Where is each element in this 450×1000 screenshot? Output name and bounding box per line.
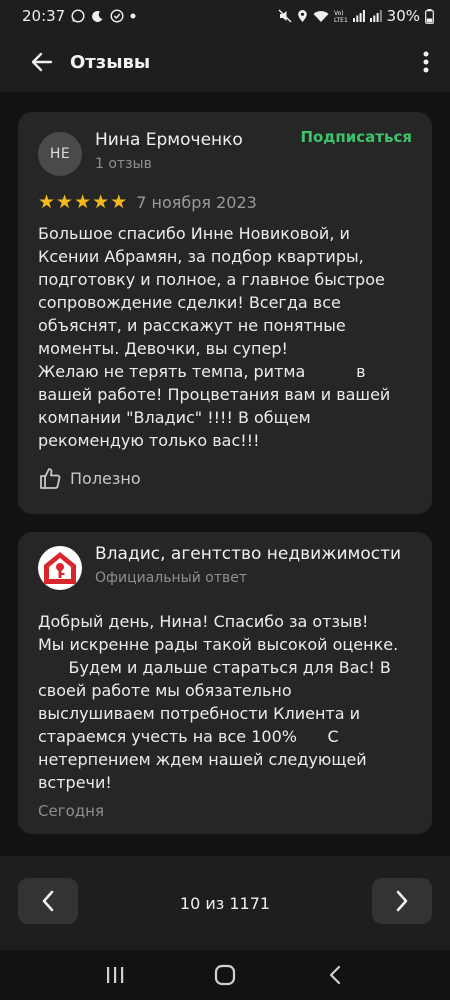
avatar[interactable]: НЕ [38, 132, 82, 176]
system-nav-bar [0, 950, 450, 1000]
battery-percent: 30% [386, 7, 420, 25]
volte-icon: Vo) LTE1 [334, 9, 348, 23]
rating-stars: ★ ★ ★ ★ ★ 7 ноября 2023 [38, 192, 257, 212]
helpful-button[interactable]: Полезно [38, 466, 141, 490]
star-icon: ★ [110, 191, 128, 213]
notification-dot-icon [130, 13, 136, 19]
subscribe-button[interactable]: Подписаться [300, 128, 412, 146]
review-author-count: 1 отзыв [95, 156, 152, 172]
status-bar: 20:37 Vo) LTE1 30% [0, 0, 450, 32]
recents-icon [107, 967, 124, 983]
star-icon: ★ [74, 191, 92, 213]
nav-back-button[interactable] [315, 955, 355, 995]
arrow-left-icon [31, 52, 53, 72]
home-button[interactable] [205, 955, 245, 995]
signal-icon [352, 10, 365, 22]
review-card: НЕ Нина Ермоченко 1 отзыв Подписаться ★ … [18, 112, 432, 514]
moon-icon [91, 10, 104, 23]
pager-position: 10 из 1171 [179, 893, 271, 913]
star-icon: ★ [38, 191, 56, 213]
thumbs-up-icon [40, 468, 61, 489]
location-icon [297, 9, 308, 23]
svg-text:LTE1: LTE1 [334, 17, 348, 23]
company-name[interactable]: Владис, агентство недвижимости [95, 544, 401, 564]
helpful-label: Полезно [70, 468, 141, 488]
whatsapp-icon [71, 9, 85, 23]
next-button[interactable] [372, 878, 432, 924]
page-title: Отзывы [70, 51, 151, 73]
official-reply-label: Официальный ответ [95, 570, 247, 586]
reply-date: Сегодня [38, 802, 104, 820]
star-icon: ★ [56, 191, 74, 213]
more-vertical-icon [423, 51, 429, 73]
home-icon [214, 964, 236, 986]
status-left: 20:37 [22, 7, 136, 25]
review-text: Большое спасибо Инне Новиковой, и Ксении… [38, 224, 391, 450]
app-bar: Отзывы [0, 32, 450, 92]
review-date: 7 ноября 2023 [136, 192, 257, 212]
chevron-right-icon [396, 890, 408, 912]
pager: 10 из 1171 [0, 856, 450, 950]
official-reply-card: Владис, агентство недвижимости Официальн… [18, 532, 432, 834]
previous-button[interactable] [18, 878, 78, 924]
chevron-left-icon [42, 890, 54, 912]
more-options-button[interactable] [406, 40, 446, 84]
star-icon: ★ [92, 191, 110, 213]
svg-text:Vo): Vo) [334, 10, 344, 17]
nav-back-icon [329, 965, 341, 985]
wifi-icon [313, 10, 329, 23]
company-logo-icon [44, 552, 76, 584]
signal-2-icon [369, 10, 382, 22]
reply-text: Добрый день, Нина! Спасибо за отзыв! Мы … [38, 612, 399, 792]
company-logo[interactable] [38, 546, 82, 590]
battery-icon [425, 8, 434, 24]
mute-icon [278, 9, 292, 23]
back-button[interactable] [20, 40, 64, 84]
recents-button[interactable] [95, 955, 135, 995]
status-right: Vo) LTE1 30% [278, 7, 434, 25]
review-author-name[interactable]: Нина Ермоченко [95, 130, 243, 150]
check-circle-icon [110, 9, 124, 23]
status-time: 20:37 [22, 7, 66, 25]
